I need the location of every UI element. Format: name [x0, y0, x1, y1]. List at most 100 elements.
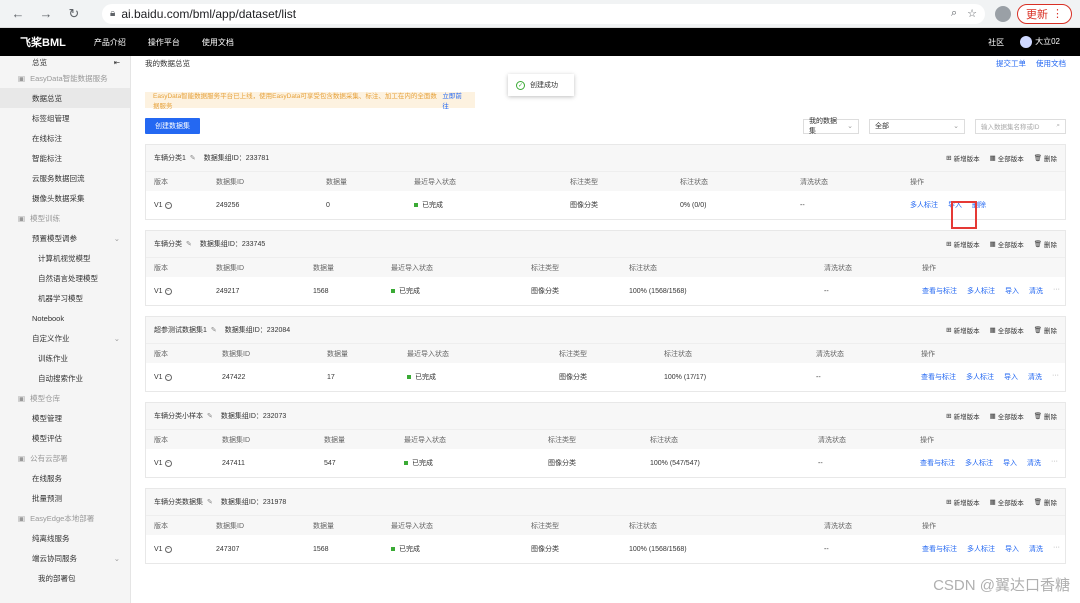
new-version-button[interactable]: ⊞ 新增版本 [946, 239, 979, 249]
zoom-icon[interactable]: ⌕ [951, 7, 957, 20]
row-action-link[interactable]: 清洗 [1029, 286, 1043, 296]
row-action-link[interactable]: ··· [1053, 544, 1060, 554]
table-row: V1−247307 1568 已完成 图像分类 100% (1568/1568) -- 查看… [146, 535, 1065, 563]
new-version-button[interactable]: ⊞ 新增版本 [946, 325, 979, 335]
delete-button[interactable]: 🗑︎ 删除 [1034, 325, 1057, 335]
nav-docs[interactable]: 使用文档 [202, 37, 234, 48]
row-action-link[interactable]: 导入 [1005, 286, 1019, 296]
banner-link[interactable]: 立即前往 [442, 90, 467, 110]
column-header: 最近导入状态 [404, 436, 446, 444]
sidebar-item-label: 模型仓库 [30, 393, 61, 403]
delete-button[interactable]: 🗑︎ 删除 [1034, 497, 1057, 507]
row-action-link[interactable]: 清洗 [1027, 458, 1041, 468]
sidebar-item[interactable]: Notebook [0, 308, 130, 328]
minus-circle-icon[interactable]: − [164, 459, 172, 467]
minus-circle-icon[interactable]: − [164, 287, 172, 295]
all-versions-button[interactable]: ▦ 全部版本 [990, 411, 1024, 421]
row-action-link[interactable]: 清洗 [1029, 544, 1043, 554]
all-versions-button[interactable]: ▦ 全部版本 [990, 239, 1024, 249]
delete-button[interactable]: 🗑︎ 删除 [1034, 153, 1057, 163]
minus-circle-icon[interactable]: − [164, 545, 172, 553]
sidebar-item[interactable]: 端云协同服务 ⌄ [0, 548, 130, 568]
edit-icon[interactable]: ✎ [207, 412, 213, 420]
new-version-button[interactable]: ⊞ 新增版本 [946, 497, 979, 507]
dataset-group-id: 数据集组ID：233781 [203, 155, 270, 162]
submit-ticket-link[interactable]: 提交工单 [996, 58, 1026, 69]
sidebar-item[interactable]: 模型管理 [0, 408, 130, 428]
sidebar-item[interactable]: 标签组管理 [0, 108, 130, 128]
row-action-link[interactable]: 查看与标注 [921, 372, 956, 382]
type-select[interactable]: 全部 ⌄ [869, 118, 965, 134]
sidebar-item[interactable]: 模型评估 [0, 428, 130, 448]
row-action-link[interactable]: ··· [1051, 458, 1058, 468]
row-action-link[interactable]: 多人标注 [967, 286, 995, 296]
address-bar[interactable]: 🔒︎ ai.baidu.com/bml/app/dataset/list ⌕ ☆ [102, 3, 985, 24]
column-header: 标注类型 [570, 178, 598, 186]
row-action-link[interactable]: 导入 [1004, 372, 1018, 382]
nav-product-intro[interactable]: 产品介绍 [94, 37, 126, 48]
edit-icon[interactable]: ✎ [190, 154, 196, 162]
sidebar-item[interactable]: 计算机视觉模型 [0, 248, 130, 268]
all-versions-button[interactable]: ▦ 全部版本 [990, 153, 1024, 163]
row-action-link[interactable]: 查看与标注 [922, 544, 957, 554]
sidebar-item[interactable]: 数据总览 [0, 88, 130, 108]
all-versions-button[interactable]: ▦ 全部版本 [990, 325, 1024, 335]
sidebar-item[interactable]: 摄像头数据采集 [0, 188, 130, 208]
sidebar-item[interactable]: 在线标注 [0, 128, 130, 148]
minus-circle-icon[interactable]: − [164, 201, 172, 209]
dataset-card: 车辆分类小样本 ✎ 数据集组ID：232073 ⊞ 新增版本 ▦ 全部版本 🗑︎ 删除 版本 数据集… [145, 402, 1066, 478]
collapse-icon[interactable]: ⇤ [114, 58, 120, 67]
sidebar: 总览 ⇤ ▣ EasyData智能数据服务 数据总览 标签组管理 在线标注 智能标注 云服务数… [0, 56, 131, 603]
column-header: 标注状态 [629, 522, 657, 530]
row-action-link[interactable]: 多人标注 [966, 372, 994, 382]
update-button[interactable]: 更新 ⋮ [1017, 3, 1072, 24]
row-action-link[interactable]: 多人标注 [910, 200, 938, 210]
sidebar-item[interactable]: 智能标注 [0, 148, 130, 168]
owner-select[interactable]: 我的数据集 ⌄ [803, 118, 859, 135]
back-icon[interactable]: ← [8, 6, 28, 21]
forward-icon[interactable]: → [36, 6, 56, 21]
row-action-link[interactable]: 导入 [1005, 544, 1019, 554]
reload-icon[interactable]: ↻ [64, 6, 84, 22]
search-input[interactable]: 输入数据集名称或ID ⌕ [975, 118, 1066, 134]
row-action-link[interactable]: 查看与标注 [920, 458, 955, 468]
row-action-link[interactable]: 多人标注 [965, 458, 993, 468]
all-versions-button[interactable]: ▦ 全部版本 [990, 497, 1024, 507]
sidebar-item[interactable]: 预置模型调参 ⌄ [0, 228, 130, 248]
row-action-link[interactable]: 导入 [1003, 458, 1017, 468]
sidebar-item[interactable]: 自动搜索作业 [0, 368, 130, 388]
row-action-link[interactable]: 清洗 [1028, 372, 1042, 382]
sidebar-item[interactable]: 我的部署包 [0, 568, 130, 588]
nav-platform[interactable]: 操作平台 [148, 37, 180, 48]
grid-icon: ▦ [989, 499, 996, 506]
row-action-link[interactable]: 多人标注 [967, 544, 995, 554]
minus-circle-icon[interactable]: − [164, 373, 172, 381]
edit-icon[interactable]: ✎ [211, 326, 217, 334]
star-icon[interactable]: ☆ [967, 7, 977, 20]
row-action-link[interactable]: 查看与标注 [922, 286, 957, 296]
sidebar-item[interactable]: 自然语言处理模型 [0, 268, 130, 288]
edit-icon[interactable]: ✎ [186, 240, 192, 248]
docs-link[interactable]: 使用文档 [1036, 58, 1066, 69]
sidebar-item[interactable]: 纯离线服务 [0, 528, 130, 548]
sidebar-item[interactable]: 自定义作业 ⌄ [0, 328, 130, 348]
nav-community[interactable]: 社区 [988, 37, 1004, 48]
create-dataset-button[interactable]: 创建数据集 [145, 118, 200, 134]
logo[interactable]: 飞桨BML [20, 34, 66, 50]
dataset-id: 247307 [216, 545, 240, 553]
edit-icon[interactable]: ✎ [207, 498, 213, 506]
user-menu[interactable]: 大立02 [1020, 36, 1060, 48]
new-version-button[interactable]: ⊞ 新增版本 [946, 411, 979, 421]
new-version-button[interactable]: ⊞ 新增版本 [946, 153, 979, 163]
delete-button[interactable]: 🗑︎ 删除 [1034, 239, 1057, 249]
sidebar-item[interactable]: 机器学习模型 [0, 288, 130, 308]
row-action-link[interactable]: ··· [1052, 372, 1059, 382]
sidebar-overview[interactable]: 总览 [32, 57, 47, 68]
profile-icon[interactable] [995, 5, 1011, 22]
sidebar-item[interactable]: 在线服务 [0, 468, 130, 488]
sidebar-item[interactable]: 训练作业 [0, 348, 130, 368]
sidebar-item[interactable]: 批量预测 [0, 488, 130, 508]
row-action-link[interactable]: ··· [1053, 286, 1060, 296]
sidebar-item[interactable]: 云服务数据回流 [0, 168, 130, 188]
delete-button[interactable]: 🗑︎ 删除 [1034, 411, 1057, 421]
